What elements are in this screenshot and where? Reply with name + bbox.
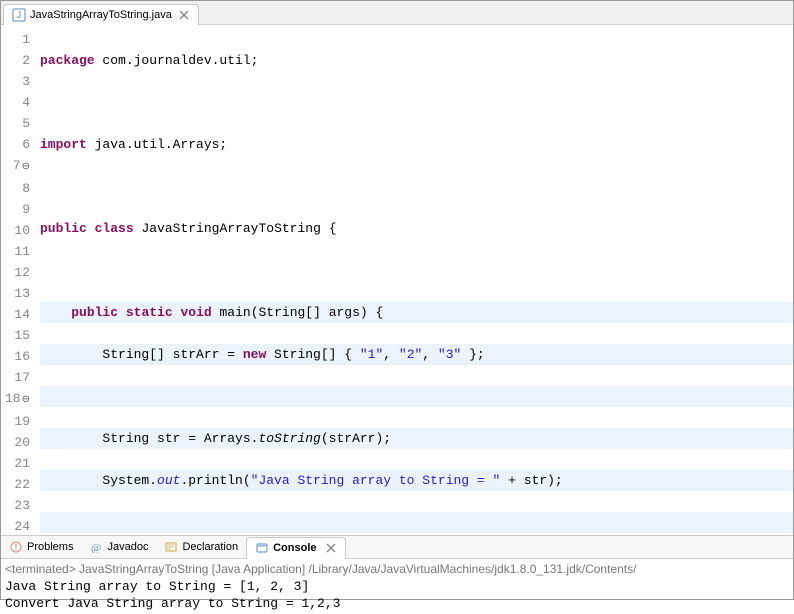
editor-tab-label: JavaStringArrayToString.java: [30, 9, 172, 21]
tab-console[interactable]: Console: [246, 537, 345, 559]
editor-tab[interactable]: J JavaStringArrayToString.java: [3, 4, 199, 25]
svg-text:J: J: [17, 10, 22, 20]
close-icon[interactable]: [325, 542, 337, 554]
close-icon[interactable]: [178, 9, 190, 21]
tab-javadoc[interactable]: @ Javadoc: [81, 537, 156, 557]
line-number-gutter: 1 2 3 4 5 6 7⊖ 8 9 10 11 12 13 14 15 16 …: [1, 25, 36, 535]
declaration-icon: [164, 540, 178, 554]
editor-area: 1 2 3 4 5 6 7⊖ 8 9 10 11 12 13 14 15 16 …: [1, 25, 793, 535]
console-icon: [255, 541, 269, 555]
view-tab-label: Javadoc: [107, 541, 148, 553]
tab-declaration[interactable]: Declaration: [156, 537, 246, 557]
console-line: Convert Java String array to String = 1,…: [5, 595, 789, 612]
tab-problems[interactable]: ! Problems: [1, 537, 81, 557]
fold-icon[interactable]: ⊖: [21, 162, 30, 173]
fold-icon[interactable]: ⊖: [21, 395, 30, 406]
console-output: <terminated> JavaStringArrayToString [Ja…: [1, 559, 793, 614]
problems-icon: !: [9, 540, 23, 554]
console-header: <terminated> JavaStringArrayToString [Ja…: [5, 561, 789, 578]
java-file-icon: J: [12, 8, 26, 22]
view-tab-label: Declaration: [182, 541, 238, 553]
views-tab-bar: ! Problems @ Javadoc Declaration Console: [1, 535, 793, 559]
editor-tab-bar: J JavaStringArrayToString.java: [1, 1, 793, 25]
view-tab-label: Problems: [27, 541, 73, 553]
console-line: Java String array to String = [1, 2, 3]: [5, 578, 789, 595]
svg-text:@: @: [91, 542, 101, 553]
svg-text:!: !: [15, 543, 17, 552]
view-tab-label: Console: [273, 542, 316, 554]
code-editor[interactable]: package com.journaldev.util; import java…: [36, 25, 793, 535]
javadoc-icon: @: [89, 540, 103, 554]
